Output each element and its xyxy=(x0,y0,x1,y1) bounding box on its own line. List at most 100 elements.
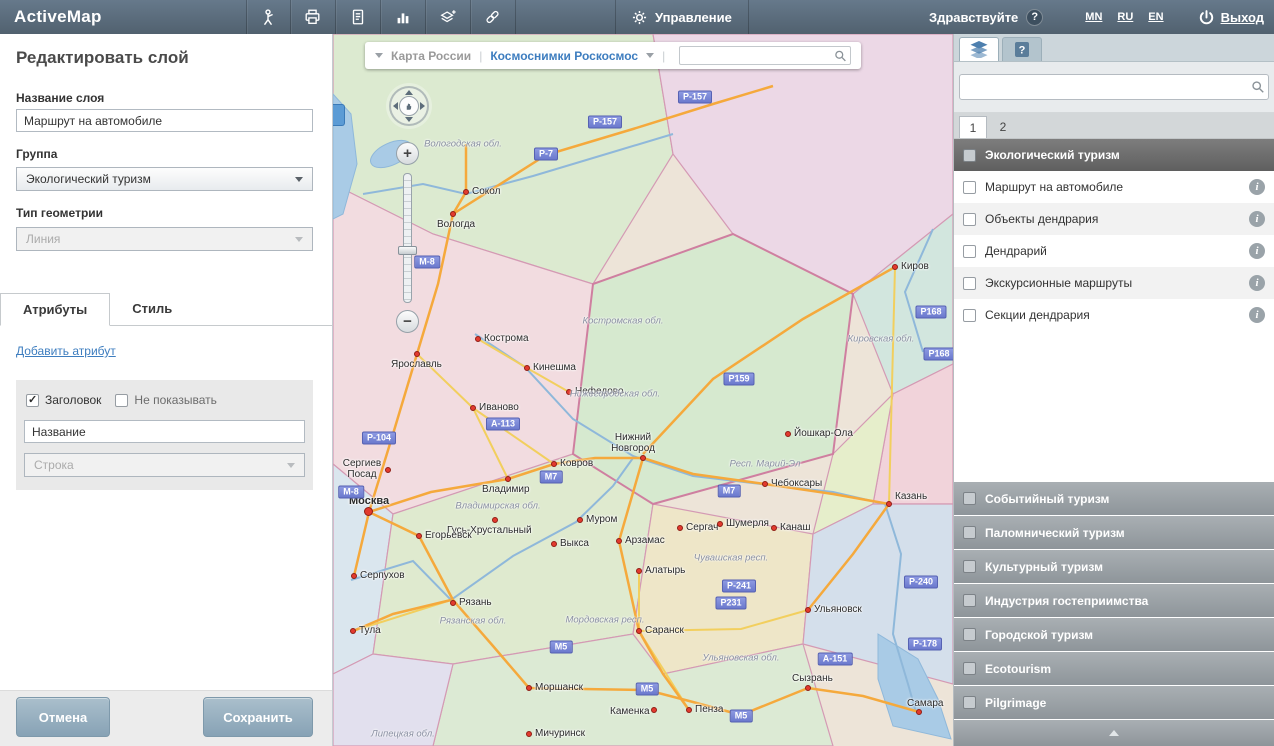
road-badge: М-8 xyxy=(338,486,364,499)
base-map-selector[interactable]: Карта России xyxy=(391,49,471,63)
pan-down-arrow[interactable] xyxy=(405,117,413,122)
map-viewport[interactable]: СоколВологдаКировКостромаЯрославльКинешм… xyxy=(333,34,953,746)
layer-checkbox[interactable] xyxy=(963,213,976,226)
group-checkbox[interactable] xyxy=(963,526,976,539)
zoom-slider-handle[interactable] xyxy=(398,246,417,255)
pan-hand-icon[interactable] xyxy=(399,96,419,116)
region-label: Мордовская респ. xyxy=(565,615,644,626)
add-attribute-link[interactable]: Добавить атрибут xyxy=(16,344,116,358)
layer-checkbox[interactable] xyxy=(963,245,976,258)
hide-checkbox[interactable] xyxy=(115,394,128,407)
measure-tool-button[interactable] xyxy=(246,0,291,34)
tab-style[interactable]: Стиль xyxy=(110,292,194,325)
group-checkbox[interactable] xyxy=(963,560,976,573)
lang-mn[interactable]: MN xyxy=(1085,11,1102,23)
layer-name-input[interactable] xyxy=(16,109,313,132)
tab-legend[interactable]: ? xyxy=(1002,37,1042,61)
group-header-collapsed[interactable]: Паломнический туризм xyxy=(954,516,1274,549)
report-page-icon xyxy=(349,8,367,26)
pan-left-arrow[interactable] xyxy=(393,102,398,110)
city-label: Йошкар-Ола xyxy=(794,428,853,439)
layer-info-icon[interactable]: i xyxy=(1249,275,1265,291)
page-tab-1[interactable]: 1 xyxy=(959,116,987,138)
layer-info-icon[interactable]: i xyxy=(1249,243,1265,259)
cancel-button[interactable]: Отмена xyxy=(16,697,110,737)
lang-ru[interactable]: RU xyxy=(1117,11,1133,23)
group-header-collapsed[interactable]: Культурный туризм xyxy=(954,550,1274,583)
group-checkbox[interactable] xyxy=(963,594,976,607)
layer-info-icon[interactable]: i xyxy=(1249,307,1265,323)
region-label: Кировская обл. xyxy=(848,334,915,345)
road-badge: Р-240 xyxy=(904,576,938,589)
edit-tabs: АтрибутыСтиль xyxy=(0,292,333,326)
pan-right-arrow[interactable] xyxy=(420,102,425,110)
group-header-collapsed[interactable]: Событийный туризм xyxy=(954,482,1274,515)
group-checkbox[interactable] xyxy=(963,628,976,641)
attribute-name-input[interactable] xyxy=(24,420,305,443)
group-checkbox[interactable] xyxy=(963,662,976,675)
layer-info-icon[interactable]: i xyxy=(1249,179,1265,195)
layer-row[interactable]: Секции дендрария i xyxy=(954,299,1274,331)
chevron-down-icon[interactable] xyxy=(375,53,383,58)
zoom-in-button[interactable]: + xyxy=(396,142,419,165)
layer-row[interactable]: Экскурсионные маршрутыi xyxy=(954,267,1274,299)
gear-icon xyxy=(632,10,647,25)
edit-layer-panel: Редактировать слой Название слоя Группа … xyxy=(0,34,333,746)
logout-link[interactable]: Выход xyxy=(1221,10,1264,25)
add-layer-button[interactable] xyxy=(426,0,471,34)
group-header-collapsed[interactable]: Ecotourism xyxy=(954,652,1274,685)
power-icon xyxy=(1198,9,1215,26)
city-label: Сергиев Посад xyxy=(336,458,388,480)
overlay-selector[interactable]: Космоснимки Роскосмос xyxy=(490,49,638,63)
reports-button[interactable] xyxy=(336,0,381,34)
layer-row[interactable]: Объекты дендрарияi xyxy=(954,203,1274,235)
zoom-slider[interactable] xyxy=(403,173,412,303)
zoom-out-button[interactable]: − xyxy=(396,310,419,333)
layer-row[interactable]: Дендрарийi xyxy=(954,235,1274,267)
layer-name: Секции дендрария xyxy=(985,308,1240,322)
layers-search-input[interactable] xyxy=(959,74,1269,100)
group-header-collapsed[interactable]: Pilgrimage xyxy=(954,686,1274,719)
lang-en[interactable]: EN xyxy=(1148,11,1163,23)
print-button[interactable] xyxy=(291,0,336,34)
panel-collapse-handle[interactable] xyxy=(333,104,345,126)
group-header-collapsed[interactable]: Городской туризм xyxy=(954,618,1274,651)
group-select[interactable]: Экологический туризм xyxy=(16,167,313,191)
pan-up-arrow[interactable] xyxy=(405,90,413,95)
tab-layers[interactable] xyxy=(959,37,999,61)
layer-row[interactable]: Маршрут на автомобилеi xyxy=(954,171,1274,203)
chevron-down-icon[interactable] xyxy=(646,53,654,58)
page-tab-2[interactable]: 2 xyxy=(989,116,1017,138)
charts-button[interactable] xyxy=(381,0,426,34)
city-dot xyxy=(492,517,498,523)
group-checkbox[interactable] xyxy=(963,492,976,505)
collapse-panel-button[interactable] xyxy=(954,720,1274,746)
region-label: Респ. Марий-Эл xyxy=(730,459,801,470)
city-label: Киров xyxy=(901,261,929,272)
management-menu[interactable]: Управление xyxy=(615,0,749,34)
share-link-button[interactable] xyxy=(471,0,516,34)
svg-text:?: ? xyxy=(1019,45,1026,57)
save-button[interactable]: Сохранить xyxy=(203,697,313,737)
layer-checkbox[interactable] xyxy=(963,277,976,290)
group-header-collapsed[interactable]: Индустрия гостеприимства xyxy=(954,584,1274,617)
layers-panel-spacer xyxy=(954,331,1274,481)
layer-checkbox[interactable] xyxy=(963,309,976,322)
layer-info-icon[interactable]: i xyxy=(1249,211,1265,227)
group-label: Городской туризм xyxy=(985,628,1093,642)
geometry-type-value: Линия xyxy=(26,232,60,246)
region-label: Костромская обл. xyxy=(582,316,663,327)
map-search-input[interactable] xyxy=(679,46,851,65)
group-checkbox[interactable] xyxy=(963,696,976,709)
panel-title: Редактировать слой xyxy=(16,48,189,68)
group-header-expanded[interactable]: Экологический туризм xyxy=(954,139,1274,171)
tab-attributes[interactable]: Атрибуты xyxy=(0,293,110,326)
road-badge: Р-241 xyxy=(722,580,756,593)
help-button[interactable]: ? xyxy=(1026,9,1043,26)
group-checkbox[interactable] xyxy=(963,149,976,162)
city-label: Казань xyxy=(895,491,927,502)
layer-checkbox[interactable] xyxy=(963,181,976,194)
pan-control[interactable] xyxy=(389,86,429,126)
title-checkbox[interactable] xyxy=(26,394,39,407)
city-label: Ярославль xyxy=(391,359,442,370)
